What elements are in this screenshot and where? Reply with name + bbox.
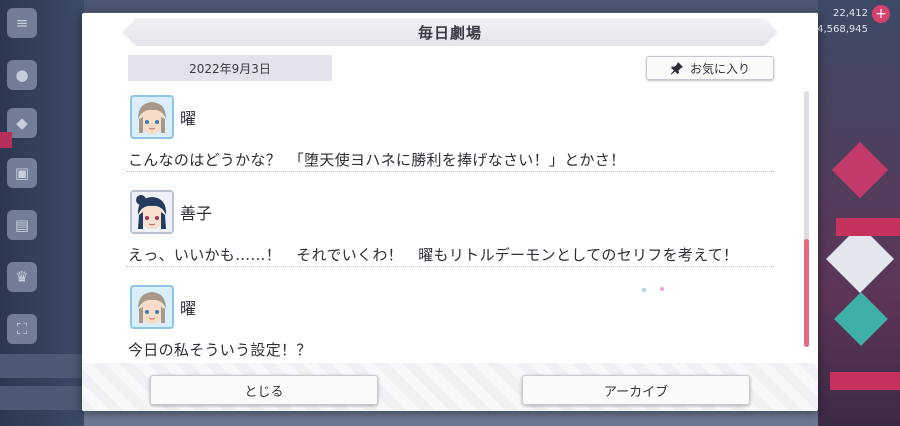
background-right-panel: 22,412 4,568,945 + [817,0,900,426]
background-top [84,0,818,12]
diamond-decoration [834,292,888,346]
background-left-menu: ≡ ● ◆ ▣ ▤ ♛ ⛶ [0,0,84,426]
close-label: とじる [244,384,284,400]
message-item: 曜 こんなのはどうかな？ 「堕天使ヨハネに勝利を捧げなさい！」とかさ！ [126,91,774,186]
yoshiko-avatar [130,190,174,234]
pin-icon [670,62,683,75]
sparkle-decoration [660,287,664,291]
message-divider [126,266,774,267]
diamond-decoration [831,141,889,199]
daily-theater-dialog: 毎日劇場 2022年9月3日 お気に入り 曜 こんなのはどうかな？ 「堕天使ヨハ… [82,13,818,411]
date-text: 2022年9月3日 [189,61,271,76]
item-chip [0,386,82,410]
gift-icon: ▣ [7,158,37,188]
close-button[interactable]: とじる [150,375,378,405]
you-avatar [130,285,174,329]
accessory-chip [0,354,82,378]
title-bar: 毎日劇場 [122,18,778,46]
right-tag [830,372,900,390]
message-text: こんなのはどうかな？ 「堕天使ヨハネに勝利を捧げなさい！」とかさ！ [128,151,626,169]
favorite-label: お気に入り [689,61,750,76]
message-text: 今日の私そういう設定！？ [128,341,312,359]
dialog-title: 毎日劇場 [417,23,482,42]
message-text: えっ、いいかも……！ それでいくわ！ 曜もリトルデーモンとしてのセリフを考えて！ [128,246,739,264]
add-currency-icon: + [872,5,890,23]
message-item: 善子 えっ、いいかも……！ それでいくわ！ 曜もリトルデーモンとしてのセリフを考… [126,186,774,281]
archive-button[interactable]: アーカイブ [522,375,750,405]
speaker-name: 曜 [180,299,197,318]
currency-sub: 4,568,945 [817,24,868,35]
scrollbar-thumb[interactable] [804,239,809,347]
speaker-name: 善子 [180,204,213,223]
message-divider [126,171,774,172]
favorite-button[interactable]: お気に入り [646,56,774,80]
currency-count: 22,412 [833,8,868,19]
right-tag [836,218,900,236]
chat-icon: ● [7,60,37,90]
fullscreen-icon: ⛶ [7,314,37,344]
you-avatar [130,95,174,139]
background-bottom [84,411,818,426]
date-label: 2022年9月3日 [128,55,332,81]
menu-icon: ≡ [7,8,37,38]
sparkle-decoration [642,288,646,292]
event-label [0,132,12,148]
archive-label: アーカイブ [603,384,669,400]
members-icon: ▤ [7,210,37,240]
message-item: 曜 今日の私そういう設定！？ [126,281,774,361]
message-list[interactable]: 曜 こんなのはどうかな？ 「堕天使ヨハネに勝利を捧げなさい！」とかさ！ 善子 え… [126,91,774,361]
trophy-icon: ♛ [7,262,37,292]
scrollbar[interactable] [804,91,809,347]
speaker-name: 曜 [180,109,197,128]
